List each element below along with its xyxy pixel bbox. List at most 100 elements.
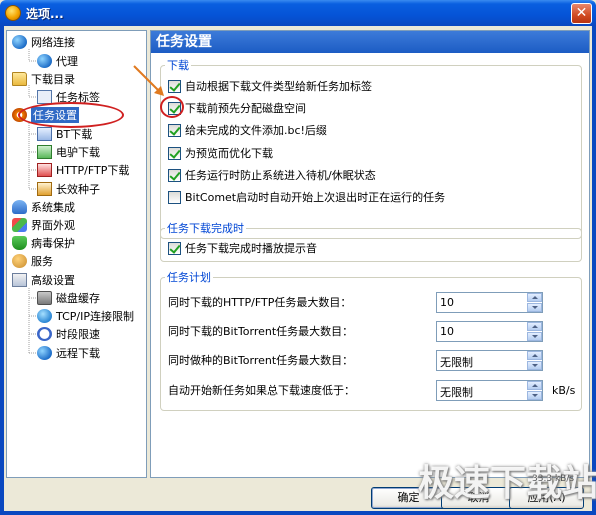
- option-label: 任务下载完成时播放提示音: [185, 242, 317, 255]
- tree-item-label: 病毒保护: [31, 236, 75, 250]
- plan-label-bt-seed: 同时做种的BitTorrent任务最大数目：: [168, 354, 354, 367]
- tree-item-http-ftp[interactable]: HTTP/FTP下载: [37, 161, 129, 178]
- option-auto-tag[interactable]: 自动根据下载文件类型给新任务加标签: [168, 78, 372, 94]
- paint-icon: [12, 217, 27, 232]
- stepper-value: 10: [440, 325, 454, 338]
- tree-item-tcpip[interactable]: TCP/IP连接限制: [37, 307, 134, 324]
- tree-item-system[interactable]: 系统集成: [12, 198, 75, 215]
- tree-item-label: 界面外观: [31, 218, 75, 232]
- edonkey-icon: [37, 144, 52, 159]
- tree-item-label: 磁盘缓存: [56, 291, 100, 305]
- window-frame-left: [0, 26, 4, 515]
- spin-up-icon[interactable]: [527, 322, 542, 331]
- tree-item-seed[interactable]: 长效种子: [37, 180, 100, 197]
- option-label: 为预览而优化下载: [185, 147, 273, 160]
- tree-item-label: 电驴下载: [56, 145, 100, 159]
- tree-item-label: 下载目录: [31, 72, 75, 86]
- http-icon: [37, 162, 52, 177]
- option-label: 自动根据下载文件类型给新任务加标签: [185, 80, 372, 93]
- spin-down-icon[interactable]: [527, 391, 542, 400]
- bt-download-max-stepper[interactable]: 10: [436, 321, 543, 342]
- tag-icon: [37, 89, 52, 104]
- clock-icon: [37, 326, 52, 341]
- folder-icon: [12, 71, 27, 86]
- settings-panel: 任务设置 下载 自动根据下载文件类型给新任务加标签 下载前预先分配磁盘空间 给未…: [150, 30, 590, 478]
- panel-title: 任务设置: [151, 31, 589, 53]
- option-preview-optimize[interactable]: 为预览而优化下载: [168, 145, 273, 161]
- checkbox[interactable]: [168, 123, 181, 137]
- advanced-icon: [12, 272, 27, 287]
- title-bar: 选项... ✕: [0, 0, 596, 26]
- people-icon: [12, 199, 27, 214]
- option-label: BitComet启动时自动开始上次退出时正在运行的任务: [185, 191, 446, 204]
- tree-item-label: 时段限速: [56, 327, 100, 341]
- tree-item-download-dir[interactable]: 下载目录: [12, 70, 75, 87]
- tree-item-label: 代理: [56, 54, 78, 68]
- tree-item-service[interactable]: 服务: [12, 252, 53, 269]
- spin-down-icon[interactable]: [527, 303, 542, 312]
- stepper-value: 无限制: [440, 356, 473, 369]
- tree-item-proxy[interactable]: 代理: [37, 52, 78, 69]
- shield-icon: [12, 235, 27, 250]
- option-label: 给未完成的文件添加.bc!后缀: [185, 124, 327, 137]
- plan-group-legend: 任务计划: [167, 271, 211, 284]
- remote-icon: [37, 345, 52, 360]
- users-icon: [12, 253, 27, 268]
- tree-item-label: 网络连接: [31, 35, 75, 49]
- tree-item-virus[interactable]: 病毒保护: [12, 234, 75, 251]
- network-icon: [37, 308, 52, 323]
- tree-item-appearance[interactable]: 界面外观: [12, 216, 75, 233]
- tree-item-disk-cache[interactable]: 磁盘缓存: [37, 289, 100, 306]
- complete-group-legend: 任务下载完成时: [167, 222, 244, 235]
- spin-up-icon[interactable]: [527, 381, 542, 390]
- speed-readout: 33.3 kB/s: [532, 474, 575, 484]
- stepper-value: 无限制: [440, 386, 473, 399]
- spin-down-icon[interactable]: [527, 361, 542, 370]
- checkbox[interactable]: [168, 241, 181, 255]
- tree-item-network[interactable]: 网络连接: [12, 33, 75, 50]
- disk-icon: [37, 290, 52, 305]
- tree-item-advanced[interactable]: 高级设置: [12, 271, 75, 288]
- checkbox[interactable]: [168, 168, 181, 182]
- tree-item-label: 高级设置: [31, 273, 75, 287]
- tree-item-schedule[interactable]: 时段限速: [37, 325, 100, 342]
- stepper-value: 10: [440, 296, 454, 309]
- options-tree[interactable]: 网络连接 代理 下载目录 任务标签 任务设置 BT下载 电驴下载 HTTP/FT…: [6, 30, 147, 478]
- window-title: 选项...: [26, 7, 64, 21]
- http-max-stepper[interactable]: 10: [436, 292, 543, 313]
- tree-item-label: HTTP/FTP下载: [56, 163, 130, 177]
- watermark: 极速下载站: [398, 454, 596, 514]
- option-bc-suffix[interactable]: 给未完成的文件添加.bc!后缀: [168, 122, 327, 138]
- tree-item-label: TCP/IP连接限制: [56, 309, 134, 323]
- option-auto-resume[interactable]: BitComet启动时自动开始上次退出时正在运行的任务: [168, 189, 445, 205]
- speed-unit: kB/s: [552, 384, 576, 397]
- option-play-sound[interactable]: 任务下载完成时播放提示音: [168, 240, 317, 256]
- spin-down-icon[interactable]: [527, 332, 542, 341]
- app-icon: [5, 5, 21, 21]
- tree-item-label: 服务: [31, 254, 53, 268]
- annotation-arrow-icon: [133, 65, 164, 96]
- tree-item-edonkey[interactable]: 电驴下载: [37, 143, 100, 160]
- tree-item-remote[interactable]: 远程下载: [37, 344, 100, 361]
- highlight-ellipse: [18, 102, 124, 128]
- plan-label-http: 同时下载的HTTP/FTP任务最大数目：: [168, 296, 352, 309]
- plan-label-speed: 自动开始新任务如果总下载速度低于：: [168, 384, 355, 397]
- tree-item-label: 系统集成: [31, 200, 75, 214]
- globe-icon: [37, 53, 52, 68]
- checkbox[interactable]: [168, 190, 181, 204]
- bt-icon: [37, 126, 52, 141]
- option-label: 下载前预先分配磁盘空间: [185, 102, 306, 115]
- option-label: 任务运行时防止系统进入待机/休眠状态: [185, 169, 376, 182]
- close-button[interactable]: ✕: [571, 3, 592, 24]
- speed-threshold-stepper[interactable]: 无限制: [436, 380, 543, 401]
- checkbox[interactable]: [168, 146, 181, 160]
- option-preallocate[interactable]: 下载前预先分配磁盘空间: [168, 100, 306, 116]
- bt-seed-max-stepper[interactable]: 无限制: [436, 350, 543, 371]
- tree-item-label: 长效种子: [56, 182, 100, 196]
- spin-up-icon[interactable]: [527, 293, 542, 302]
- tree-item-label: 远程下载: [56, 346, 100, 360]
- globe-icon: [12, 34, 27, 49]
- spin-up-icon[interactable]: [527, 351, 542, 360]
- seed-icon: [37, 181, 52, 196]
- option-prevent-sleep[interactable]: 任务运行时防止系统进入待机/休眠状态: [168, 167, 376, 183]
